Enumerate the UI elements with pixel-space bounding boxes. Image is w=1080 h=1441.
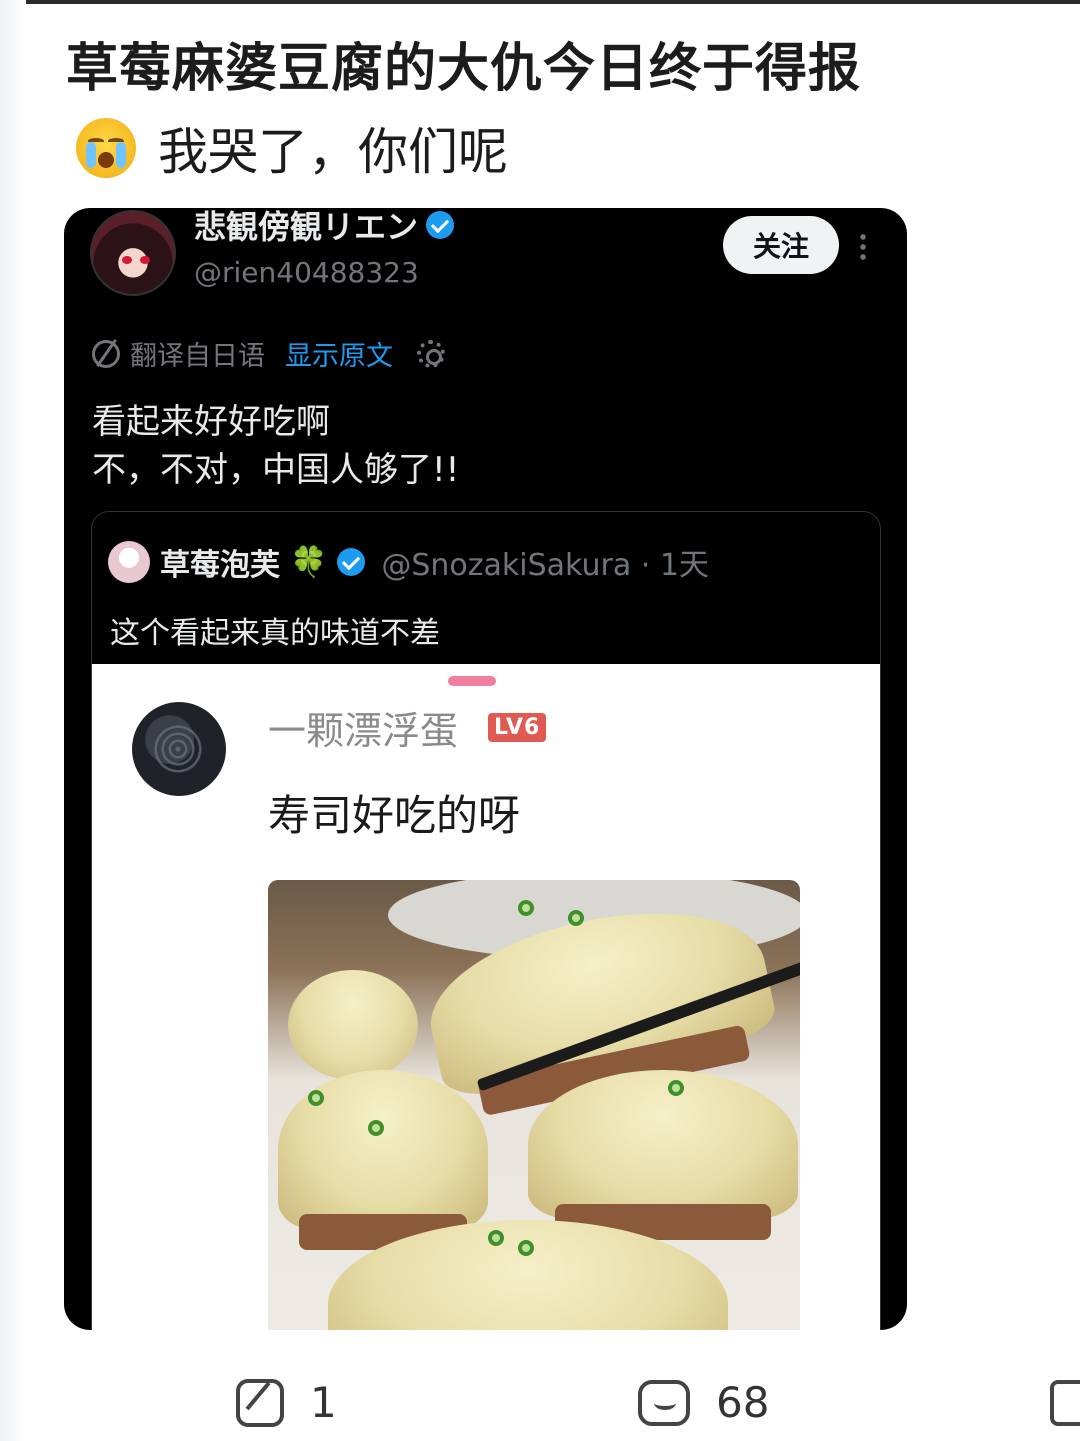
translate-icon — [92, 339, 120, 368]
scallion — [368, 1120, 384, 1136]
scallion — [488, 1230, 504, 1246]
verified-badge-icon — [426, 211, 455, 239]
inner-post-text: 寿司好吃的呀 — [268, 791, 521, 840]
follow-button[interactable]: 关注 — [723, 216, 839, 274]
repost-action[interactable]: 1 — [236, 1378, 337, 1427]
translate-label: 翻译自日语 — [130, 341, 265, 372]
post-subtitle: 我哭了，你们呢 — [158, 123, 508, 181]
gear-icon[interactable] — [417, 339, 445, 368]
tweet-text-line: 不，不对，中国人够了!! — [92, 450, 460, 490]
repost-count: 1 — [310, 1378, 337, 1427]
tweet-text-line: 看起来好好吃啊 — [92, 402, 330, 442]
left-edge — [0, 0, 26, 1441]
quote-handle-time: @SnozakiSakura · 1天 — [381, 548, 709, 583]
quote-header: 草莓泡芙 🍀 @SnozakiSakura · 1天 — [108, 540, 709, 584]
avatar — [132, 702, 226, 796]
show-original-link[interactable]: 显示原文 — [285, 334, 393, 373]
sushi-piece — [288, 970, 418, 1080]
translate-row: 翻译自日语 显示原文 — [92, 334, 445, 373]
comment-action[interactable]: 68 — [638, 1378, 769, 1427]
drag-handle — [448, 676, 496, 686]
quoted-tweet[interactable]: 草莓泡芙 🍀 @SnozakiSakura · 1天 这个看起来真的味道不差 一… — [91, 511, 881, 1330]
comment-icon — [638, 1379, 690, 1426]
tweet-text: 看起来好好吃啊 不，不对，中国人够了!! — [92, 398, 459, 494]
clover-icon: 🍀 — [290, 544, 328, 580]
quote-text: 这个看起来真的味道不差 — [110, 616, 440, 651]
embedded-screenshot[interactable]: 悲観傍観リエン @rien40488323 关注 翻译自日语 显示原文 看起来好… — [64, 208, 907, 1330]
level-badge: LV6 — [488, 713, 547, 742]
post-subtitle-row: 我哭了，你们呢 — [76, 112, 508, 184]
scallion — [568, 910, 584, 926]
food-photo[interactable] — [268, 880, 800, 1330]
scallion — [668, 1080, 684, 1096]
top-divider — [0, 0, 1080, 4]
more-icon[interactable] — [860, 232, 866, 262]
avatar[interactable] — [90, 210, 176, 296]
tweet-author[interactable]: 悲観傍観リエン — [194, 208, 455, 248]
sushi-piece — [528, 1070, 798, 1240]
scallion — [308, 1090, 324, 1106]
comment-count: 68 — [716, 1378, 770, 1427]
avatar[interactable] — [108, 541, 150, 583]
crying-emoji-icon — [76, 118, 136, 178]
inner-username-row: 一颗漂浮蛋 LV6 — [268, 700, 547, 755]
repost-icon — [236, 1378, 284, 1427]
inner-screenshot: 一颗漂浮蛋 LV6 寿司好吃的呀 — [92, 664, 880, 1330]
inner-username: 一颗漂浮蛋 — [268, 709, 459, 753]
scallion — [518, 900, 534, 916]
scallion — [518, 1240, 534, 1256]
verified-badge-icon — [337, 548, 366, 576]
post-title: 草莓麻婆豆腐的大仇今日终于得报 — [66, 39, 862, 99]
user-handle[interactable]: @rien40488323 — [194, 256, 419, 289]
quote-author-name: 草莓泡芙 — [160, 548, 280, 583]
like-icon[interactable] — [1050, 1380, 1080, 1426]
display-name: 悲観傍観リエン — [194, 208, 419, 246]
